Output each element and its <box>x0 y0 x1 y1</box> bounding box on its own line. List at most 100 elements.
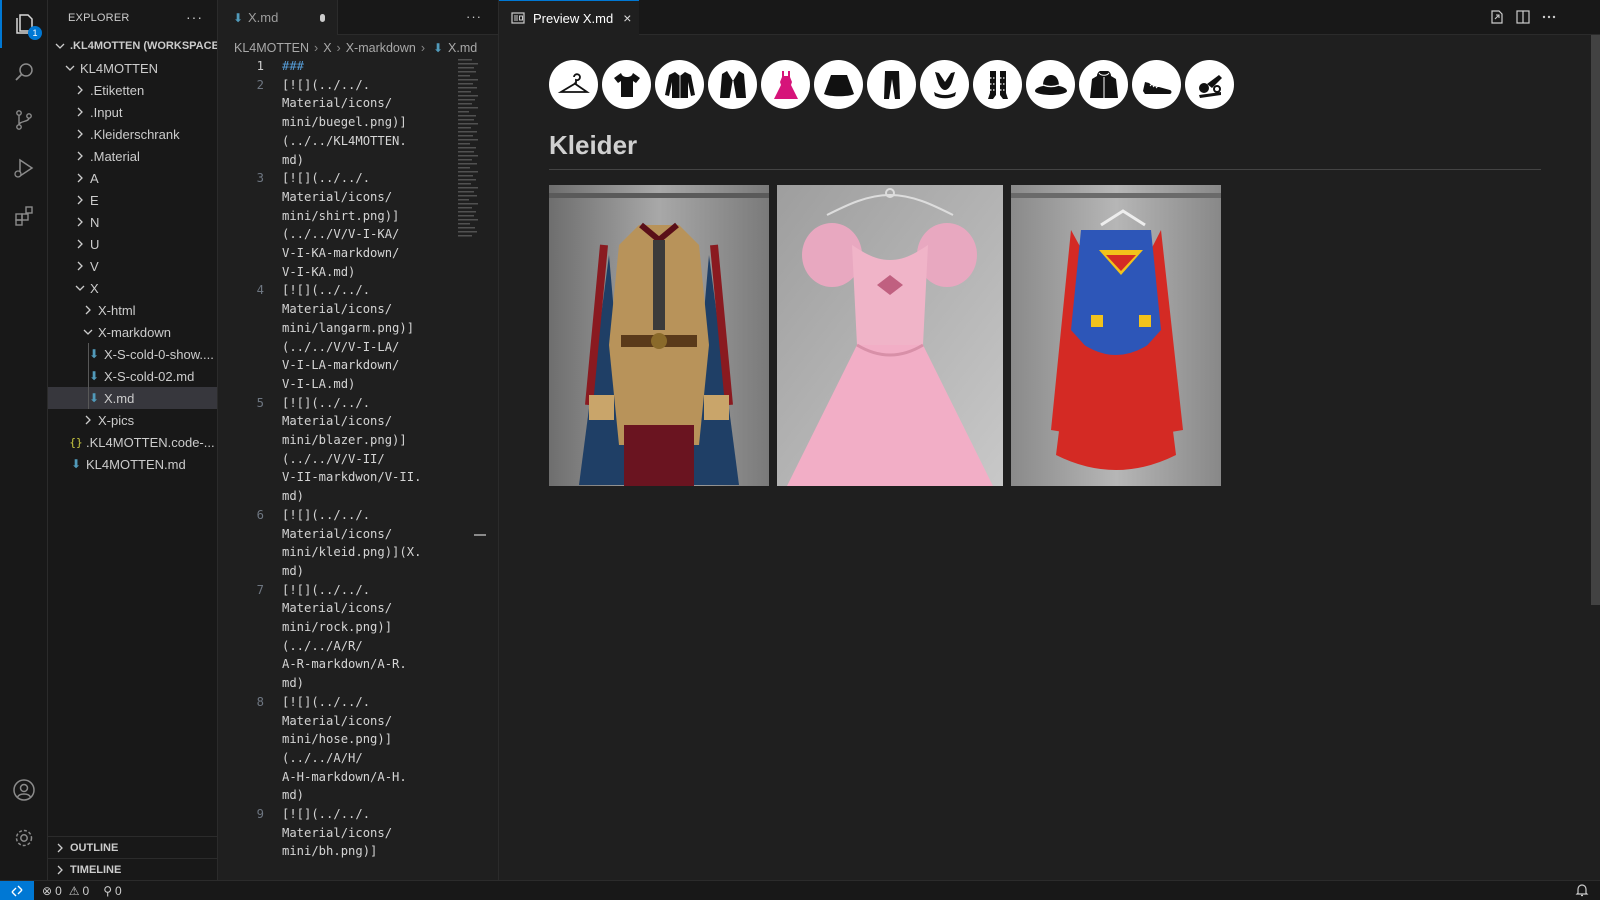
tree-folder-label: X-pics <box>98 412 135 428</box>
tab-x-md[interactable]: ⬇ X.md <box>218 0 338 35</box>
kleid-icon[interactable] <box>761 60 810 109</box>
breadcrumb-item[interactable]: X-markdown <box>346 41 416 55</box>
timeline-panel-header[interactable]: TIMELINE <box>48 858 217 880</box>
ports-indicator[interactable]: ⚲ 0 <box>103 884 121 898</box>
rock-icon[interactable] <box>814 60 863 109</box>
tree-folder-label: N <box>90 214 100 230</box>
code-editor[interactable]: 1 ### 2 [![](../../. Material/icons/mini/bue… <box>218 57 488 879</box>
schuh-icon[interactable] <box>1132 60 1181 109</box>
tree-root-folder[interactable]: KL4MOTTEN <box>48 57 217 79</box>
tree-folder-label: A <box>90 170 99 186</box>
problems-indicator[interactable]: ⊗ 0 ⚠ 0 <box>42 884 89 898</box>
explorer-more-button[interactable]: ··· <box>186 9 203 25</box>
jacke-icon[interactable] <box>1079 60 1128 109</box>
preview-scrollbar[interactable] <box>1591 35 1600 605</box>
tree-folder[interactable]: A <box>48 167 217 189</box>
pink-princess-dress-photo[interactable] <box>777 185 1003 486</box>
tree-folder[interactable]: .Input <box>48 101 217 123</box>
chevron-down-icon <box>62 60 78 76</box>
indent-guide <box>88 343 89 409</box>
breadcrumb-item[interactable]: X <box>323 41 331 55</box>
accessoire-icon[interactable] <box>1185 60 1234 109</box>
chevron-right-icon <box>72 214 88 230</box>
error-icon: ⊗ <box>42 883 53 898</box>
code-line: mini/kleid.png)](X. <box>282 545 422 560</box>
markdown-file-icon: ⬇ <box>70 457 82 471</box>
breadcrumb-item[interactable]: KL4MOTTEN <box>234 41 309 55</box>
tree-folder-label: .Material <box>90 148 140 164</box>
outline-panel-header[interactable]: OUTLINE <box>48 836 217 858</box>
tree-folder[interactable]: N <box>48 211 217 233</box>
manage-button[interactable] <box>0 814 48 862</box>
tree-folder-label: .Etiketten <box>90 82 145 98</box>
close-icon[interactable]: × <box>623 10 631 26</box>
preview-tabbar: Preview X.md × <box>499 0 1600 35</box>
code-line: ### <box>282 59 305 73</box>
chevron-right-icon <box>72 104 88 120</box>
editor-more-button[interactable]: ··· <box>466 9 482 24</box>
run-debug-icon <box>14 158 34 178</box>
chevron-right-icon <box>52 840 68 856</box>
tree-file[interactable]: ⬇ X-S-cold-0-show.... <box>48 343 217 365</box>
search-button[interactable] <box>0 48 48 96</box>
tree-folder[interactable]: E <box>48 189 217 211</box>
blazer-icon[interactable] <box>708 60 757 109</box>
more-actions-icon[interactable] <box>1541 9 1557 25</box>
open-source-icon[interactable] <box>1489 9 1505 25</box>
code-line: V-II-markdwon/V-II. <box>282 470 422 485</box>
hose-icon[interactable] <box>867 60 916 109</box>
tree-folder[interactable]: .Etiketten <box>48 79 217 101</box>
split-editor-icon[interactable] <box>1515 9 1531 25</box>
code-line: (../../V/V-II/ <box>282 451 385 466</box>
tree-folder[interactable]: X-markdown <box>48 321 217 343</box>
tree-folder[interactable]: X-pics <box>48 409 217 431</box>
remote-indicator[interactable] <box>0 880 34 900</box>
chevron-right-icon <box>80 412 96 428</box>
editor-scroll-indicator[interactable] <box>474 534 486 536</box>
tree-file[interactable]: ⬇ KL4MOTTEN.md <box>48 453 217 475</box>
langarm-icon[interactable] <box>655 60 704 109</box>
notifications-button[interactable] <box>1575 883 1589 900</box>
code-line: md) <box>282 788 305 803</box>
explorer-button[interactable]: 1 <box>0 0 48 48</box>
tree-file-selected[interactable]: ⬇ X.md <box>48 387 217 409</box>
run-debug-button[interactable] <box>0 144 48 192</box>
tree-folder-label: .Input <box>90 104 123 120</box>
tree-folder[interactable]: .Material <box>48 145 217 167</box>
hut-icon[interactable] <box>1026 60 1075 109</box>
buegel-icon[interactable] <box>549 60 598 109</box>
extensions-button[interactable] <box>0 192 48 240</box>
chevron-right-icon <box>72 126 88 142</box>
source-control-button[interactable] <box>0 96 48 144</box>
chevron-right-icon <box>80 302 96 318</box>
accounts-button[interactable] <box>0 766 48 814</box>
tree-folder[interactable]: X <box>48 277 217 299</box>
code-line: md) <box>282 676 305 691</box>
markdown-preview: Kleider <box>549 60 1549 486</box>
source-control-icon <box>16 110 32 130</box>
tree-folder[interactable]: U <box>48 233 217 255</box>
code-line: md) <box>282 489 305 504</box>
unsaved-dot-icon[interactable] <box>320 13 325 22</box>
workspace-header[interactable]: .KL4MOTTEN (WORKSPACE) <box>48 35 217 57</box>
tree-file[interactable]: ⬇ X-S-cold-02.md <box>48 365 217 387</box>
code-line: (../../V/V-I-LA/ <box>282 339 400 354</box>
tree-file-label: X-S-cold-02.md <box>104 368 195 384</box>
code-line: Material/icons/ <box>282 713 393 728</box>
code-line: A-R-markdown/A-R. <box>282 657 407 672</box>
line-number: 1 <box>256 59 264 73</box>
tree-folder[interactable]: .Kleiderschrank <box>48 123 217 145</box>
tree-folder[interactable]: X-html <box>48 299 217 321</box>
tab-preview[interactable]: Preview X.md × <box>499 0 639 35</box>
tree-folder[interactable]: V <box>48 255 217 277</box>
medieval-costume-photo[interactable] <box>549 185 769 486</box>
strumpf-icon[interactable] <box>973 60 1022 109</box>
shirt-icon[interactable] <box>602 60 651 109</box>
explorer-sidebar: EXPLORER ··· .KL4MOTTEN (WORKSPACE) KL4M… <box>48 0 218 880</box>
minimap[interactable] <box>458 57 480 242</box>
line-number: 9 <box>256 807 264 821</box>
tree-file[interactable]: {} .KL4MOTTEN.code-... <box>48 431 217 453</box>
superman-costume-photo[interactable] <box>1011 185 1221 486</box>
breadcrumb-item[interactable]: X.md <box>448 41 477 55</box>
bh-icon[interactable] <box>920 60 969 109</box>
